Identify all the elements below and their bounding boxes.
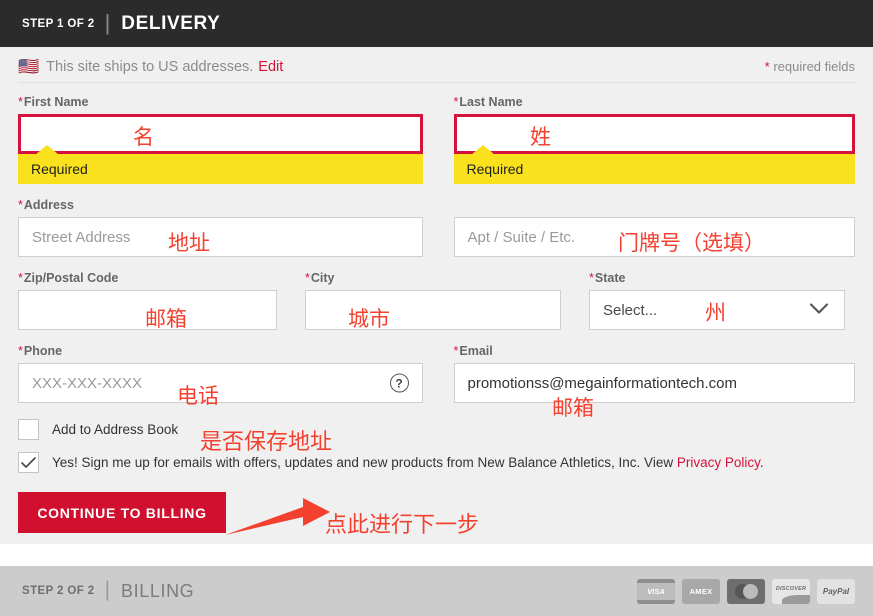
phone-label: *Phone <box>18 344 423 358</box>
state-label-text: State <box>594 271 626 285</box>
chevron-down-icon <box>809 302 829 319</box>
zip-field: *Zip/Postal Code <box>18 271 277 330</box>
billing-step-footer[interactable]: STEP 2 OF 2 | BILLING VISA AMEX DISCOVER… <box>0 566 873 616</box>
footer-step-indicator-label: STEP 2 OF 2 <box>22 585 95 597</box>
city-field: *City <box>305 271 561 330</box>
phone-input[interactable]: XXX-XXX-XXXX ? <box>18 363 423 403</box>
amex-card-icon: AMEX <box>682 578 720 604</box>
state-required-star: * <box>589 271 594 285</box>
payment-methods: VISA AMEX DISCOVER PayPal <box>637 578 855 604</box>
mastercard-circle-right <box>743 583 758 599</box>
shipping-notice-text: This site ships to US addresses. <box>46 58 254 75</box>
required-fields-label: required fields <box>773 59 855 74</box>
privacy-policy-link[interactable]: Privacy Policy <box>677 455 760 470</box>
state-select[interactable]: Select... <box>589 290 845 330</box>
visa-card-label: VISA <box>647 586 665 596</box>
address-input[interactable]: Street Address <box>18 217 423 257</box>
footer-title: BILLING <box>121 580 195 601</box>
last-name-error-text: Required <box>466 161 524 177</box>
apt-label <box>454 198 856 212</box>
last-name-field: *Last Name Required <box>453 95 856 184</box>
city-label: *City <box>305 271 561 285</box>
address-book-checkbox[interactable] <box>18 419 39 440</box>
first-name-error-tooltip: Required <box>18 145 423 184</box>
us-flag-icon: 🇺🇸 <box>18 57 40 76</box>
required-asterisk: * <box>764 59 770 74</box>
first-name-field: *First Name Required <box>18 95 423 184</box>
header-divider: | <box>104 9 111 35</box>
state-selected-value: Select... <box>603 301 658 319</box>
address-field: *Address Street Address <box>18 198 423 257</box>
edit-shipping-link[interactable]: Edit <box>258 59 283 75</box>
question-mark-icon[interactable]: ? <box>389 373 409 393</box>
city-input[interactable] <box>305 290 561 330</box>
footer-divider: | <box>104 578 111 601</box>
apt-field: Apt / Suite / Etc. <box>453 198 856 257</box>
newsletter-text-after: . <box>759 455 764 470</box>
newsletter-checkbox-row[interactable]: Yes! Sign me up for emails with offers, … <box>18 452 855 473</box>
email-field: *Email promotionss@megainformationtech.c… <box>453 344 856 403</box>
address-book-label: Add to Address Book <box>52 422 179 437</box>
delivery-step-header: STEP 1 OF 2 | DELIVERY <box>0 0 873 47</box>
email-label: *Email <box>454 344 856 358</box>
page-title: DELIVERY <box>121 12 221 34</box>
address-placeholder: Street Address <box>32 228 131 246</box>
apt-placeholder: Apt / Suite / Etc. <box>467 228 576 246</box>
email-input[interactable]: promotionss@megainformationtech.com <box>453 363 855 403</box>
phone-field: *Phone XXX-XXX-XXXX ? <box>18 344 423 403</box>
paypal-card-icon: PayPal <box>817 578 855 604</box>
discover-card-icon: DISCOVER <box>772 578 810 604</box>
checkmark-icon <box>21 456 36 468</box>
phone-required-star: * <box>18 344 23 358</box>
phone-label-text: Phone <box>23 344 63 358</box>
last-name-error-tooltip: Required <box>453 145 855 184</box>
discover-swoosh <box>782 594 810 604</box>
last-name-input[interactable] <box>453 114 855 154</box>
email-value: promotionss@megainformationtech.com <box>467 374 738 392</box>
newsletter-text-before: Yes! Sign me up for emails with offers, … <box>52 455 677 470</box>
continue-to-billing-button[interactable]: CONTINUE TO BILLING <box>18 492 226 533</box>
delivery-form-panel: 🇺🇸 This site ships to US addresses. Edit… <box>0 47 873 544</box>
first-name-error-text: Required <box>31 161 88 177</box>
last-name-label: *Last Name <box>454 95 856 109</box>
question-mark-glyph: ? <box>395 376 403 390</box>
state-label: *State <box>589 271 845 285</box>
first-name-required-star: * <box>18 95 23 109</box>
step-indicator-label: STEP 1 OF 2 <box>22 17 95 30</box>
zip-required-star: * <box>18 271 23 285</box>
city-label-text: City <box>310 271 335 285</box>
first-name-input[interactable] <box>18 114 423 154</box>
zip-label: *Zip/Postal Code <box>18 271 277 285</box>
state-field: *State Select... <box>589 271 845 330</box>
email-required-star: * <box>453 344 459 358</box>
address-book-checkbox-row[interactable]: Add to Address Book <box>18 419 855 440</box>
first-name-label: *First Name <box>18 95 423 109</box>
visa-card-stripe-bottom <box>637 599 675 604</box>
apt-input[interactable]: Apt / Suite / Etc. <box>453 217 855 257</box>
city-required-star: * <box>305 271 310 285</box>
zip-label-text: Zip/Postal Code <box>23 271 119 285</box>
phone-placeholder: XXX-XXX-XXXX <box>32 374 143 392</box>
email-label-text: Email <box>459 344 493 358</box>
address-label: *Address <box>18 198 423 212</box>
visa-card-icon: VISA <box>637 578 675 604</box>
newsletter-checkbox[interactable] <box>18 452 39 473</box>
zip-input[interactable] <box>18 290 277 330</box>
required-fields-note: * required fields <box>765 59 855 74</box>
shipping-notice-row: 🇺🇸 This site ships to US addresses. Edit… <box>18 47 855 83</box>
first-name-label-text: First Name <box>23 95 89 109</box>
discover-card-label: DISCOVER <box>775 586 807 592</box>
mastercard-card-icon <box>727 578 765 604</box>
address-required-star: * <box>18 198 23 212</box>
newsletter-label: Yes! Sign me up for emails with offers, … <box>52 455 764 470</box>
last-name-label-text: Last Name <box>459 95 523 109</box>
last-name-required-star: * <box>453 95 459 109</box>
address-label-text: Address <box>23 198 74 212</box>
